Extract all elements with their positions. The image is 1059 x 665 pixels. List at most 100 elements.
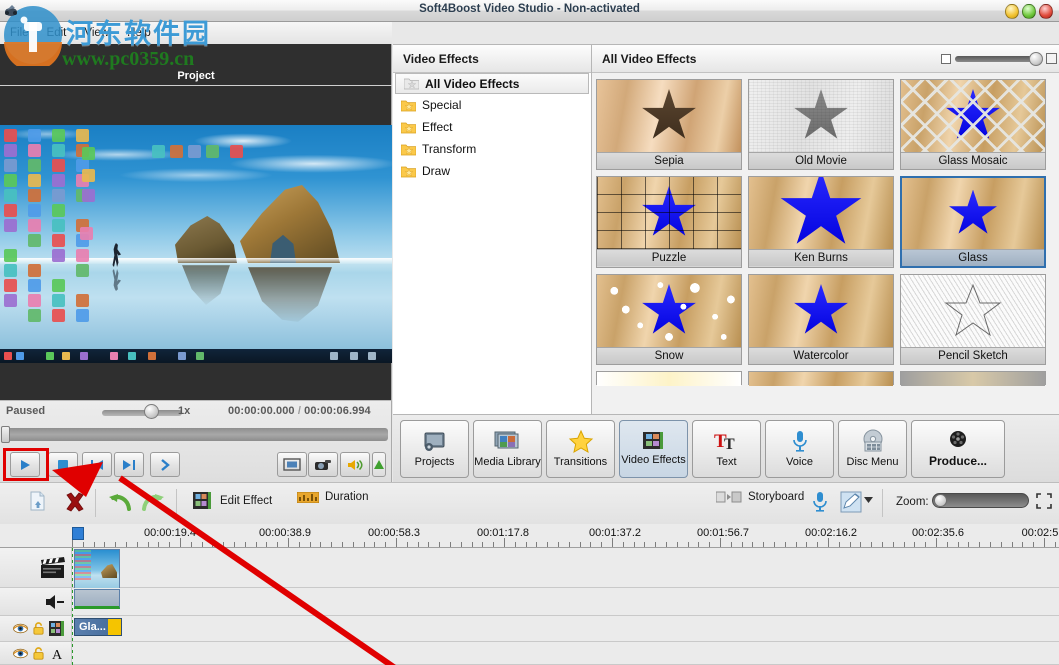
seek-bar[interactable] [4, 428, 388, 441]
effect-track-body[interactable]: Gla... [72, 616, 1059, 641]
category-item-all-video-effects[interactable]: All Video Effects [395, 73, 589, 94]
ruler-tick [623, 542, 624, 547]
text-track[interactable]: A [0, 642, 1059, 665]
duration-button[interactable]: Duration [297, 491, 368, 503]
edit-effect-button[interactable]: Edit Effect [192, 491, 272, 510]
audio-track[interactable] [0, 588, 1059, 616]
snapshot-button[interactable] [308, 452, 338, 477]
timeline-ruler[interactable]: 00:00:19.4 00:00:38.9 00:00:58.3 00:01:1… [0, 524, 1059, 548]
close-button[interactable] [1039, 4, 1053, 19]
effect-cell-watercolor[interactable]: Watercolor [748, 274, 894, 365]
effect-thumbnail [901, 275, 1045, 347]
undo-button[interactable] [107, 491, 133, 513]
audio-clip[interactable] [74, 589, 120, 609]
text-track-body[interactable] [72, 642, 1059, 664]
seek-bar-thumb[interactable] [1, 426, 10, 443]
stop-button[interactable] [48, 452, 78, 477]
desktop-icon [80, 227, 93, 240]
effect-cell-glass-mosaic[interactable]: Glass Mosaic [900, 79, 1046, 170]
edit-tool-dropdown[interactable] [864, 497, 873, 503]
grid-view-toggle[interactable] [1046, 53, 1057, 64]
lock-icon[interactable] [33, 622, 44, 635]
ruler-tick [763, 542, 764, 547]
minimize-button[interactable] [1005, 4, 1019, 19]
stop-icon [58, 459, 68, 470]
volume-button[interactable] [340, 452, 370, 477]
effect-cell-puzzle[interactable]: Puzzle [596, 176, 742, 268]
forward-button[interactable] [150, 452, 180, 477]
ruler-tick [612, 538, 613, 547]
effect-clip[interactable]: Gla... [74, 618, 122, 636]
ruler-tick [180, 538, 181, 547]
effect-cell-glass[interactable]: Glass [900, 176, 1046, 268]
effect-cell-old-movie[interactable]: Old Movie [748, 79, 894, 170]
toolbar-button-voice[interactable]: Voice [765, 419, 834, 478]
category-item-effect[interactable]: Effect [393, 116, 591, 138]
audio-track-body[interactable] [72, 588, 1059, 615]
video-preview-canvas[interactable] [0, 125, 392, 363]
category-item-draw[interactable]: Draw [393, 160, 591, 182]
voice-record-button[interactable] [812, 491, 828, 513]
toolbar-button-media-library[interactable]: Media Library [473, 419, 542, 478]
effect-cell-sepia[interactable]: Sepia [596, 79, 742, 170]
toolbar-button-transitions[interactable]: Transitions [546, 419, 615, 478]
toolbar-button-label: Text [716, 456, 737, 468]
toolbar-button-projects[interactable]: Projects [400, 419, 469, 478]
ruler-tick [115, 542, 116, 547]
effect-cell-snow[interactable]: Snow [596, 274, 742, 365]
eye-visibility-icon[interactable] [13, 648, 28, 659]
toolbar-button-text[interactable]: T T Text [692, 419, 761, 478]
category-item-special[interactable]: Special [393, 94, 591, 116]
effect-cell-partial[interactable] [748, 371, 894, 386]
zoom-slider-thumb[interactable] [934, 494, 947, 507]
storyboard-toggle[interactable]: Storyboard [716, 491, 804, 503]
effects-grid-header: All Video Effects [592, 45, 1059, 73]
video-track[interactable] [0, 548, 1059, 593]
effect-clip-label: Gla... [79, 621, 106, 633]
edit-tool-button[interactable] [840, 491, 862, 513]
playhead-marker[interactable] [72, 527, 84, 540]
effect-cell-pencil-sketch[interactable]: Pencil Sketch [900, 274, 1046, 365]
lock-icon[interactable] [33, 646, 44, 660]
speed-slider[interactable] [102, 410, 182, 416]
effect-cell-partial[interactable] [900, 371, 1046, 386]
effect-cell-ken-burns[interactable]: Ken Burns [748, 176, 894, 268]
previous-frame-button[interactable] [82, 452, 112, 477]
module-toolbar: Projects Media Library Transitions Video… [393, 414, 1059, 482]
project-tab-label[interactable]: Project [0, 44, 392, 86]
next-frame-button[interactable] [114, 452, 144, 477]
player-controls: Paused 1x 00:00:00.000 / 00:00:06.994 [0, 400, 392, 482]
menu-view[interactable]: View [82, 26, 111, 40]
desktop-icon [82, 189, 95, 202]
video-track-body[interactable] [72, 548, 1059, 593]
video-clip[interactable] [74, 549, 120, 593]
eye-visibility-icon[interactable] [13, 623, 28, 634]
effect-cell-partial[interactable] [596, 371, 742, 386]
preview-checkbox[interactable] [941, 54, 951, 64]
menu-edit[interactable]: Edit [45, 26, 69, 40]
delete-button[interactable] [64, 491, 86, 513]
desktop-icon [52, 279, 65, 292]
menu-help[interactable]: Help [125, 26, 153, 40]
effect-track[interactable]: Gla... [0, 616, 1059, 642]
fullscreen-button[interactable] [277, 452, 307, 477]
thumbnail-size-slider-thumb[interactable] [1029, 52, 1043, 66]
maximize-button[interactable] [1022, 4, 1036, 19]
effects-grid: Sepia Old Movie Glass Mosaic Puzzle Ken … [592, 73, 1059, 415]
effects-grid-title: All Video Effects [602, 51, 697, 66]
volume-slider[interactable] [372, 452, 386, 477]
import-button[interactable] [28, 491, 48, 511]
effect-thumbnail [749, 372, 893, 386]
toolbar-button-produce[interactable]: Produce... [911, 419, 1005, 478]
menu-file[interactable]: File [8, 26, 31, 40]
speed-slider-thumb[interactable] [144, 404, 159, 419]
category-item-transform[interactable]: Transform [393, 138, 591, 160]
redo-button[interactable] [140, 491, 166, 513]
taskbar-item [46, 352, 54, 360]
thumbnail-size-slider[interactable] [955, 56, 1037, 62]
fit-to-window-button[interactable] [1036, 493, 1052, 509]
toolbar-button-video-effects[interactable]: Video Effects [619, 419, 688, 478]
desktop-icon [28, 204, 41, 217]
toolbar-button-disc-menu[interactable]: Disc Menu [838, 419, 907, 478]
playback-status: Paused [6, 405, 46, 417]
